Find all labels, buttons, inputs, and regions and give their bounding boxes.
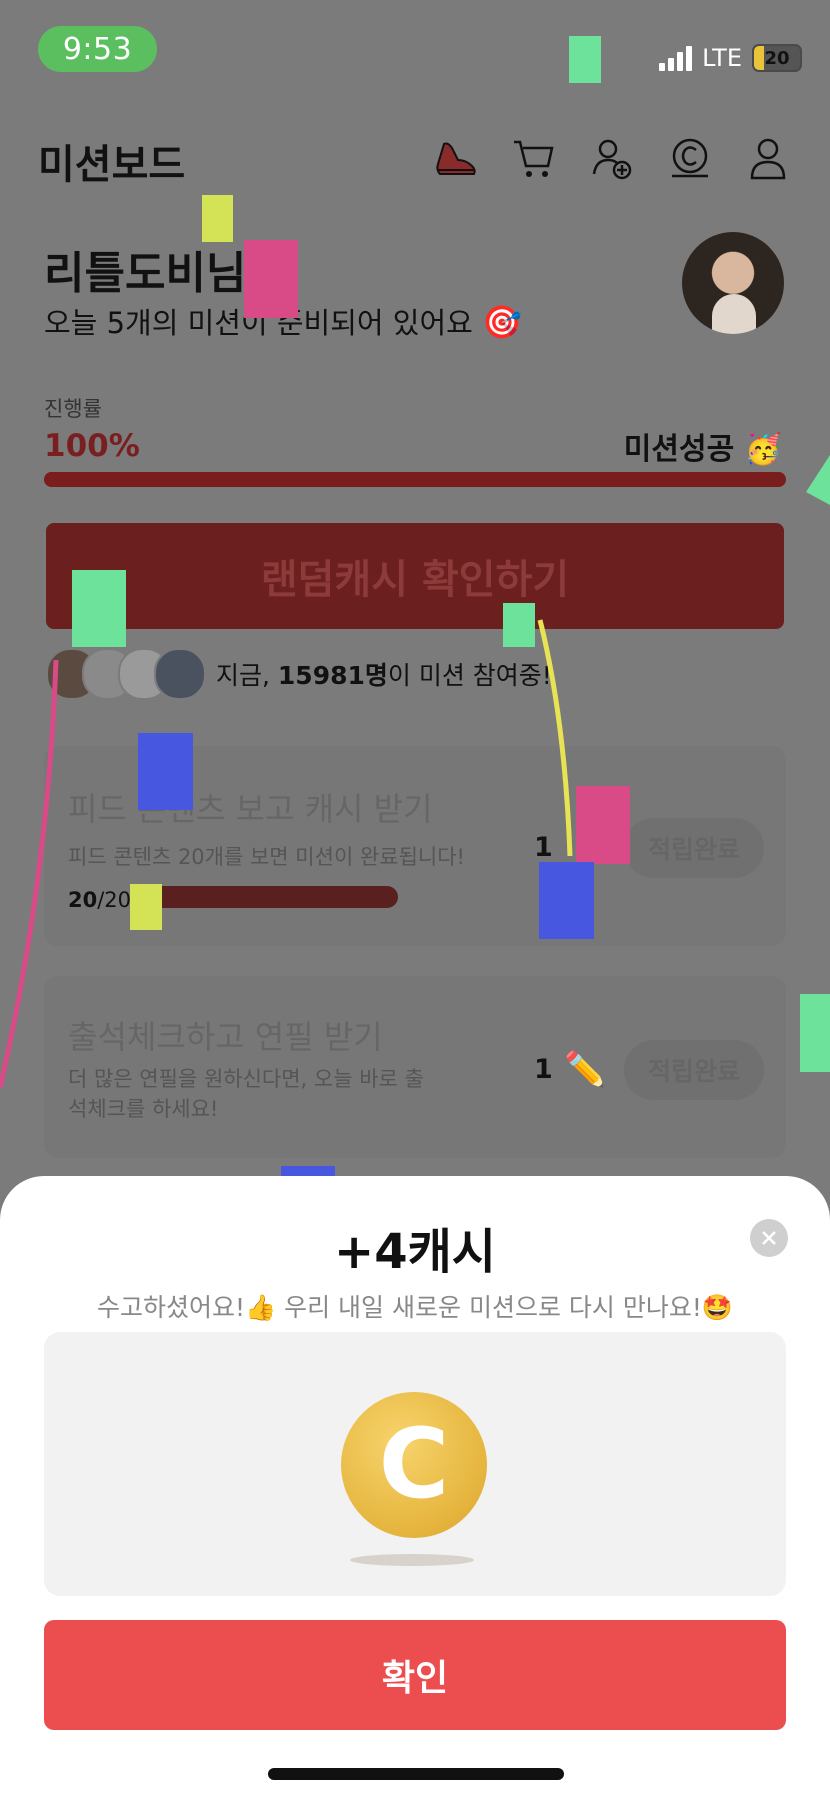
overlay-lines xyxy=(0,455,830,1089)
close-icon[interactable] xyxy=(750,1219,788,1257)
reward-title: +4캐시 xyxy=(334,1224,496,1280)
reward-panel: C xyxy=(44,1332,786,1596)
reward-subtitle: 수고하셨어요!👍 우리 내일 새로운 미션으로 다시 만나요!🤩 xyxy=(97,1293,733,1322)
reward-bottom-sheet: +4캐시 수고하셨어요!👍 우리 내일 새로운 미션으로 다시 만나요!🤩 C … xyxy=(0,1176,830,1797)
coin-shadow xyxy=(350,1554,474,1566)
screen: 9:53 LTE 20 미션보드 리틀도비님 오늘 5개의 미션이 준비되어 있… xyxy=(0,0,830,1797)
confirm-button[interactable]: 확인 xyxy=(44,1620,786,1730)
home-indicator[interactable] xyxy=(268,1768,564,1780)
coin-letter: C xyxy=(378,1408,450,1520)
